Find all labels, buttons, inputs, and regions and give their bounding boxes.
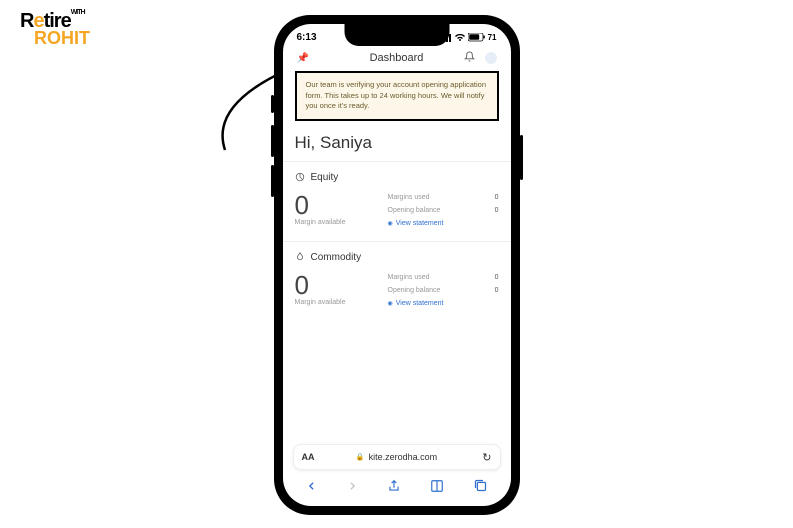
lock-icon: 🔒 xyxy=(356,453,365,461)
tabs-icon[interactable] xyxy=(473,478,488,496)
bookmarks-icon[interactable] xyxy=(429,479,445,496)
battery-icon xyxy=(468,33,486,42)
equity-margins-value: 0 xyxy=(495,194,499,201)
pie-icon xyxy=(295,172,305,184)
verification-notice: Our team is verifying your account openi… xyxy=(295,71,499,121)
commodity-title: Commodity xyxy=(311,252,362,263)
greeting: Hi, Saniya xyxy=(295,133,499,153)
safari-url-bar[interactable]: AA 🔒 kite.zerodha.com ↻ xyxy=(293,444,501,470)
drop-icon xyxy=(295,252,305,264)
wifi-icon xyxy=(454,34,466,42)
phone-screen: 6:13 71 📌 Dashboard Our team is verifyin… xyxy=(283,24,511,506)
equity-header: Equity xyxy=(295,172,499,184)
commodity-funds: 0 Margin available Margins used 0 Opening… xyxy=(295,272,499,307)
pin-icon[interactable]: 📌 xyxy=(297,53,309,64)
equity-opening-label: Opening balance xyxy=(388,207,441,214)
logo-r: R xyxy=(20,10,33,32)
equity-opening-value: 0 xyxy=(495,207,499,214)
divider xyxy=(283,161,511,162)
logo-badge: WITH xyxy=(71,9,85,16)
url-domain: kite.zerodha.com xyxy=(369,452,438,462)
equity-available-label: Margin available xyxy=(295,219,370,226)
commodity-opening-value: 0 xyxy=(495,287,499,294)
commodity-view-label: View statement xyxy=(396,300,444,307)
status-time: 6:13 xyxy=(297,32,317,43)
commodity-available-value: 0 xyxy=(295,272,370,298)
commodity-margins-label: Margins used xyxy=(388,274,430,281)
refresh-icon[interactable]: ↻ xyxy=(482,451,491,464)
commodity-margins-value: 0 xyxy=(495,274,499,281)
text-size-button[interactable]: AA xyxy=(302,452,315,462)
equity-view-label: View statement xyxy=(396,220,444,227)
app-header: 📌 Dashboard xyxy=(283,46,511,71)
commodity-opening-label: Opening balance xyxy=(388,287,441,294)
safari-toolbar xyxy=(283,474,511,500)
mute-switch xyxy=(271,95,274,113)
equity-title: Equity xyxy=(311,172,339,183)
share-icon[interactable] xyxy=(387,478,401,497)
forward-icon xyxy=(346,479,359,496)
back-icon[interactable] xyxy=(305,479,318,496)
circle-icon: ◉ xyxy=(388,300,393,307)
volume-up xyxy=(271,125,274,157)
avatar[interactable] xyxy=(485,52,497,64)
commodity-view-statement[interactable]: ◉View statement xyxy=(388,300,499,307)
power-button xyxy=(520,135,523,180)
battery-pct: 71 xyxy=(488,33,497,42)
volume-down xyxy=(271,165,274,197)
page-title: Dashboard xyxy=(370,52,424,64)
commodity-header: Commodity xyxy=(295,252,499,264)
equity-margins-label: Margins used xyxy=(388,194,430,201)
brand-logo: RetireWITH ROHIT xyxy=(20,12,90,46)
equity-available-value: 0 xyxy=(295,192,370,218)
notch xyxy=(344,24,449,46)
divider xyxy=(283,241,511,242)
circle-icon: ◉ xyxy=(388,220,393,227)
phone-frame: 6:13 71 📌 Dashboard Our team is verifyin… xyxy=(274,15,520,515)
equity-view-statement[interactable]: ◉View statement xyxy=(388,220,499,227)
bell-icon[interactable] xyxy=(464,51,475,65)
commodity-available-label: Margin available xyxy=(295,299,370,306)
equity-funds: 0 Margin available Margins used 0 Opening… xyxy=(295,192,499,227)
logo-rohit: ROHIT xyxy=(34,30,90,46)
